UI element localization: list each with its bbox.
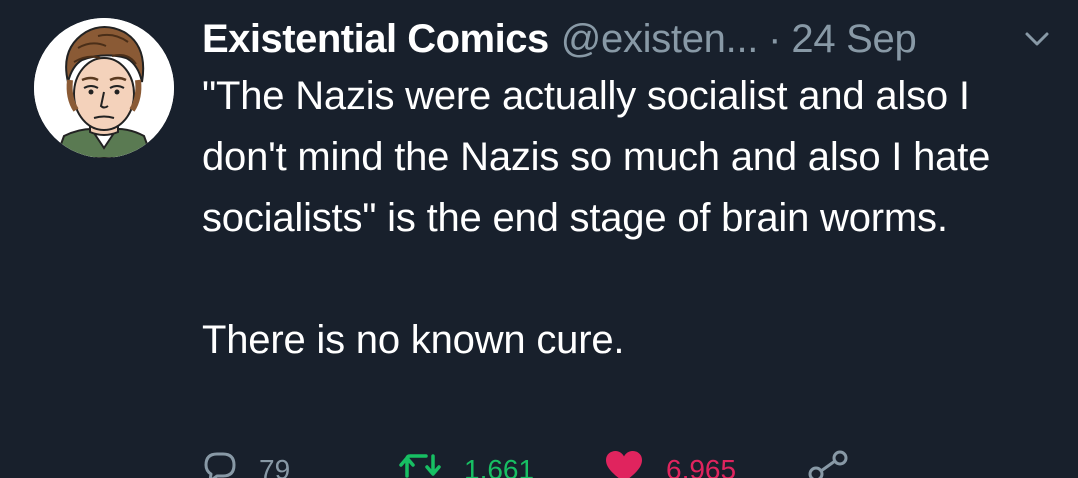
avatar[interactable] [34, 18, 174, 158]
header-separator: · [768, 17, 782, 61]
retweet-count: 1,661 [464, 454, 535, 478]
tweet-card[interactable]: Existential Comics @existen... · 24 Sep … [0, 0, 1078, 478]
author-handle[interactable]: @existen... [561, 12, 759, 66]
tweet-paragraph: "The Nazis were actually socialist and a… [202, 74, 991, 240]
like-button[interactable]: 6,965 [604, 450, 736, 478]
tweet-menu-button[interactable] [1024, 28, 1050, 50]
timestamp[interactable]: 24 Sep [791, 12, 916, 66]
retweet-button[interactable]: 1,661 [398, 450, 534, 478]
tweet-paragraph: There is no known cure. [202, 318, 625, 362]
share-button[interactable] [806, 450, 850, 478]
retweet-icon [399, 454, 441, 478]
reply-bubble-icon [204, 452, 236, 478]
chevron-down-icon [1025, 32, 1049, 46]
author-name[interactable]: Existential Comics [202, 12, 549, 66]
share-icon [808, 450, 848, 478]
reply-count: 79 [259, 454, 291, 478]
tweet-actions: 79 1,661 6,965 [0, 450, 1078, 478]
avatar-portrait-icon [34, 18, 174, 158]
heart-icon [606, 451, 642, 478]
reply-button[interactable]: 79 [203, 450, 290, 478]
tweet-text: "The Nazis were actually socialist and a… [202, 66, 1052, 371]
tweet-header: Existential Comics @existen... · 24 Sep [202, 12, 917, 66]
like-count: 6,965 [666, 454, 737, 478]
